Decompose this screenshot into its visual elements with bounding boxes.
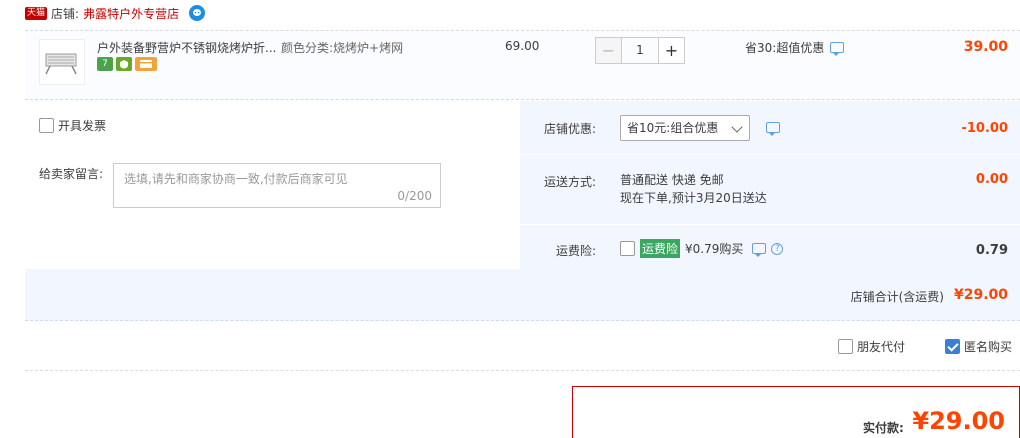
chevron-down-icon [731, 121, 743, 133]
item-discount-text: 省30:超值优惠 [745, 41, 825, 55]
cart-item-row: 户外装备野营炉不锈钢烧烤炉折... 颜色分类:烧烤炉+烤网 7 69.00 − … [25, 30, 1020, 100]
invoice-option[interactable]: 开具发票 [39, 117, 106, 134]
service-icons: 7 [97, 57, 157, 71]
store-name-link[interactable]: 弗露特户外专营店 [83, 5, 179, 22]
friend-pay-checkbox[interactable] [838, 339, 853, 354]
shipping-row: 运送方式: 普通配送 快递 免邮 现在下单,预计3月20日送达 0.00 [520, 155, 1020, 225]
comment-icon[interactable] [752, 243, 767, 257]
guarantee-icon[interactable] [116, 57, 132, 71]
order-summary: 店铺优惠: 省10元:组合优惠 -10.00 运送方式: 普通配送 快递 免邮 … [520, 101, 1020, 269]
anonymous-label: 匿名购买 [964, 340, 1013, 354]
pay-value: ¥29.00 [912, 407, 1005, 435]
shipping-eta: 现在下单,预计3月20日送达 [620, 191, 767, 205]
insurance-value: 0.79 [975, 243, 1008, 258]
store-total-label: 店铺合计(含运费) [850, 290, 944, 304]
unit-price: 69.00 [505, 39, 540, 53]
shop-discount-label: 店铺优惠: [543, 122, 596, 136]
shop-discount-selected: 省10元:组合优惠 [627, 121, 719, 135]
divider [25, 370, 1020, 371]
shipping-info: 普通配送 快递 免邮 现在下单,预计3月20日送达 [620, 171, 767, 207]
insurance-badge: 运费险 [640, 239, 681, 258]
payment-summary: 实付款: ¥29.00 [572, 386, 1020, 438]
payment-options: 朋友代付 匿名购买 [838, 338, 1012, 355]
chat-bubble-icon[interactable] [189, 5, 206, 21]
item-discount: 省30:超值优惠 [745, 39, 845, 56]
shop-discount-row: 店铺优惠: 省10元:组合优惠 -10.00 [520, 101, 1020, 155]
store-label: 店铺: [51, 6, 80, 21]
insurance-checkbox[interactable] [620, 241, 635, 256]
message-char-count: 0/200 [397, 189, 432, 203]
order-extras: 开具发票 给卖家留言: 选填,请先和商家协商一致,付款后商家可见 0/200 [25, 101, 520, 269]
store-total-value: ¥29.00 [953, 287, 1008, 303]
comment-icon[interactable] [830, 42, 845, 56]
product-sku: 颜色分类:烧烤炉+烤网 [281, 41, 404, 55]
shop-discount-select[interactable]: 省10元:组合优惠 [620, 115, 750, 141]
seller-message-input[interactable]: 选填,请先和商家协商一致,付款后商家可见 0/200 [113, 163, 441, 208]
tmall-badge: 天猫 [25, 6, 48, 20]
shipping-method: 普通配送 快递 免邮 [620, 173, 724, 187]
credit-card-icon[interactable] [135, 57, 157, 71]
store-header: 天猫 店铺: 弗露特户外专营店 [25, 0, 1020, 26]
pay-label: 实付款: [863, 421, 904, 435]
seven-day-return-icon[interactable]: 7 [97, 57, 113, 71]
friend-pay-option[interactable]: 朋友代付 [838, 338, 905, 355]
insurance-price: ¥0.79购买 [685, 242, 744, 256]
shop-discount-value: -10.00 [961, 121, 1008, 136]
quantity-input[interactable]: 1 [622, 37, 658, 64]
anonymous-checkbox[interactable] [945, 339, 961, 354]
anonymous-option[interactable]: 匿名购买 [945, 338, 1012, 355]
product-title-link[interactable]: 户外装备野营炉不锈钢烧烤炉折... [97, 39, 277, 56]
friend-pay-label: 朋友代付 [857, 340, 906, 354]
decrease-quantity-button[interactable]: − [595, 37, 622, 64]
insurance-option[interactable]: 运费险 ¥0.79购买 ? [620, 239, 784, 258]
seller-message-placeholder: 选填,请先和商家协商一致,付款后商家可见 [124, 172, 348, 186]
increase-quantity-button[interactable]: + [658, 37, 685, 64]
shipping-value: 0.00 [975, 172, 1008, 187]
insurance-row: 运费险: 运费险 ¥0.79购买 ? 0.79 [520, 225, 1020, 269]
quantity-stepper: − 1 + [595, 37, 685, 64]
product-thumbnail[interactable] [39, 39, 85, 85]
help-icon[interactable]: ? [771, 242, 784, 255]
seller-message-label: 给卖家留言: [39, 167, 104, 181]
store-total-row: 店铺合计(含运费) ¥29.00 [25, 269, 1020, 321]
invoice-label: 开具发票 [58, 119, 107, 133]
insurance-label: 运费险: [555, 244, 596, 258]
shipping-label: 运送方式: [543, 175, 596, 189]
invoice-checkbox[interactable] [39, 118, 54, 133]
item-subtotal: 39.00 [963, 39, 1008, 55]
comment-icon[interactable] [766, 122, 780, 136]
